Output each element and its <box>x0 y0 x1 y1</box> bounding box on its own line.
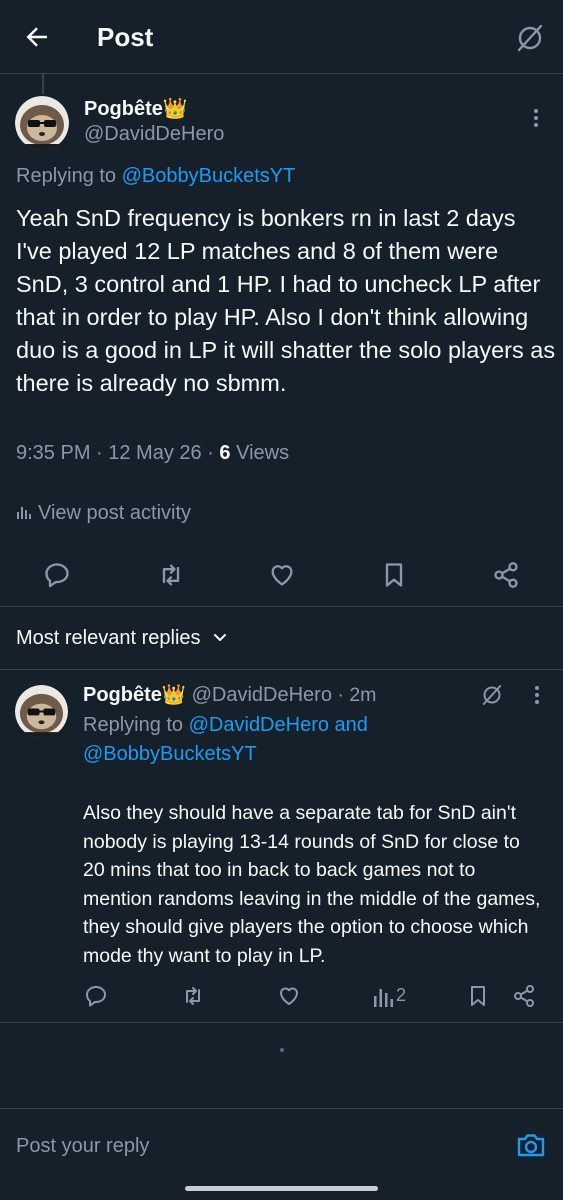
views-label: Views <box>230 442 290 464</box>
separator: · <box>331 684 350 706</box>
share-icon[interactable] <box>512 984 536 1008</box>
replying-to-line: Replying to @BobbyBucketsYT <box>16 165 295 188</box>
thread-connector <box>42 74 44 94</box>
like-heart-icon[interactable] <box>268 561 296 589</box>
back-arrow-icon[interactable] <box>22 22 52 52</box>
replying-prefix: Replying to <box>83 714 189 736</box>
post-text: Yeah SnD frequency is bonkers rn in last… <box>16 205 556 396</box>
reply-text: Also they should have a separate tab for… <box>83 802 541 967</box>
replying-to-link[interactable]: @BobbyBucketsYT <box>83 743 257 765</box>
post-meta: 9:35 PM · 12 May 26 · 6 Views <box>16 442 289 465</box>
replying-to-link[interactable]: @DavidDeHero <box>189 714 329 736</box>
grok-icon[interactable] <box>480 683 504 707</box>
reply-icon[interactable] <box>84 984 108 1008</box>
author-name[interactable]: Pogbête <box>83 684 162 706</box>
repost-icon[interactable] <box>181 984 205 1008</box>
reply-views-count[interactable]: 2 <box>396 985 406 1006</box>
reply-composer <box>0 1108 563 1178</box>
author-handle[interactable]: @DavidDeHero <box>84 123 224 146</box>
reply-age[interactable]: 2m <box>349 684 376 706</box>
camera-icon[interactable] <box>515 1129 547 1161</box>
replying-to-link[interactable]: @BobbyBucketsYT <box>122 165 296 187</box>
replying-and[interactable]: and <box>329 714 368 736</box>
avatar[interactable] <box>15 96 69 150</box>
chevron-down-icon <box>214 634 227 641</box>
loading-indicator <box>280 1048 284 1052</box>
more-options-icon[interactable] <box>527 683 547 713</box>
top-app-bar: Post <box>0 0 563 74</box>
bookmark-icon[interactable] <box>380 561 408 589</box>
replying-prefix: Replying to <box>16 165 117 187</box>
author-handle[interactable]: @DavidDeHero <box>192 684 332 706</box>
like-heart-icon[interactable] <box>277 984 301 1008</box>
divider <box>0 669 563 670</box>
author-name-row[interactable]: Pogbête👑 <box>84 96 188 121</box>
post-timestamp[interactable]: 9:35 PM · 12 May 26 · <box>16 442 219 464</box>
hedgehog-avatar-icon <box>15 685 68 738</box>
analytics-icon[interactable] <box>372 985 396 1009</box>
reply-icon[interactable] <box>43 561 71 589</box>
view-post-activity[interactable]: View post activity <box>16 502 191 525</box>
bookmark-icon[interactable] <box>466 984 490 1008</box>
hedgehog-avatar-icon <box>15 96 69 150</box>
divider <box>0 606 563 607</box>
crown-badge-icon: 👑 <box>162 98 188 120</box>
views-count: 6 <box>219 442 231 464</box>
activity-label: View post activity <box>38 502 192 524</box>
sort-label: Most relevant replies <box>16 627 201 649</box>
home-indicator[interactable] <box>185 1186 378 1191</box>
repost-icon[interactable] <box>157 561 185 589</box>
replying-to-line: Replying to @DavidDeHero and @BobbyBucke… <box>83 711 543 769</box>
divider <box>0 1022 563 1023</box>
crown-badge-icon: 👑 <box>161 684 187 706</box>
share-icon[interactable] <box>492 561 520 589</box>
reply-header: Pogbête👑 @DavidDeHero · 2m <box>83 683 376 707</box>
more-options-icon[interactable] <box>526 104 546 134</box>
analytics-icon <box>17 507 31 519</box>
sort-replies-dropdown[interactable]: Most relevant replies <box>16 627 228 650</box>
grok-icon[interactable] <box>514 22 546 54</box>
avatar[interactable] <box>15 685 68 738</box>
author-name: Pogbête <box>84 98 163 120</box>
page-title: Post <box>97 22 154 52</box>
reply-input[interactable] <box>16 1131 486 1161</box>
